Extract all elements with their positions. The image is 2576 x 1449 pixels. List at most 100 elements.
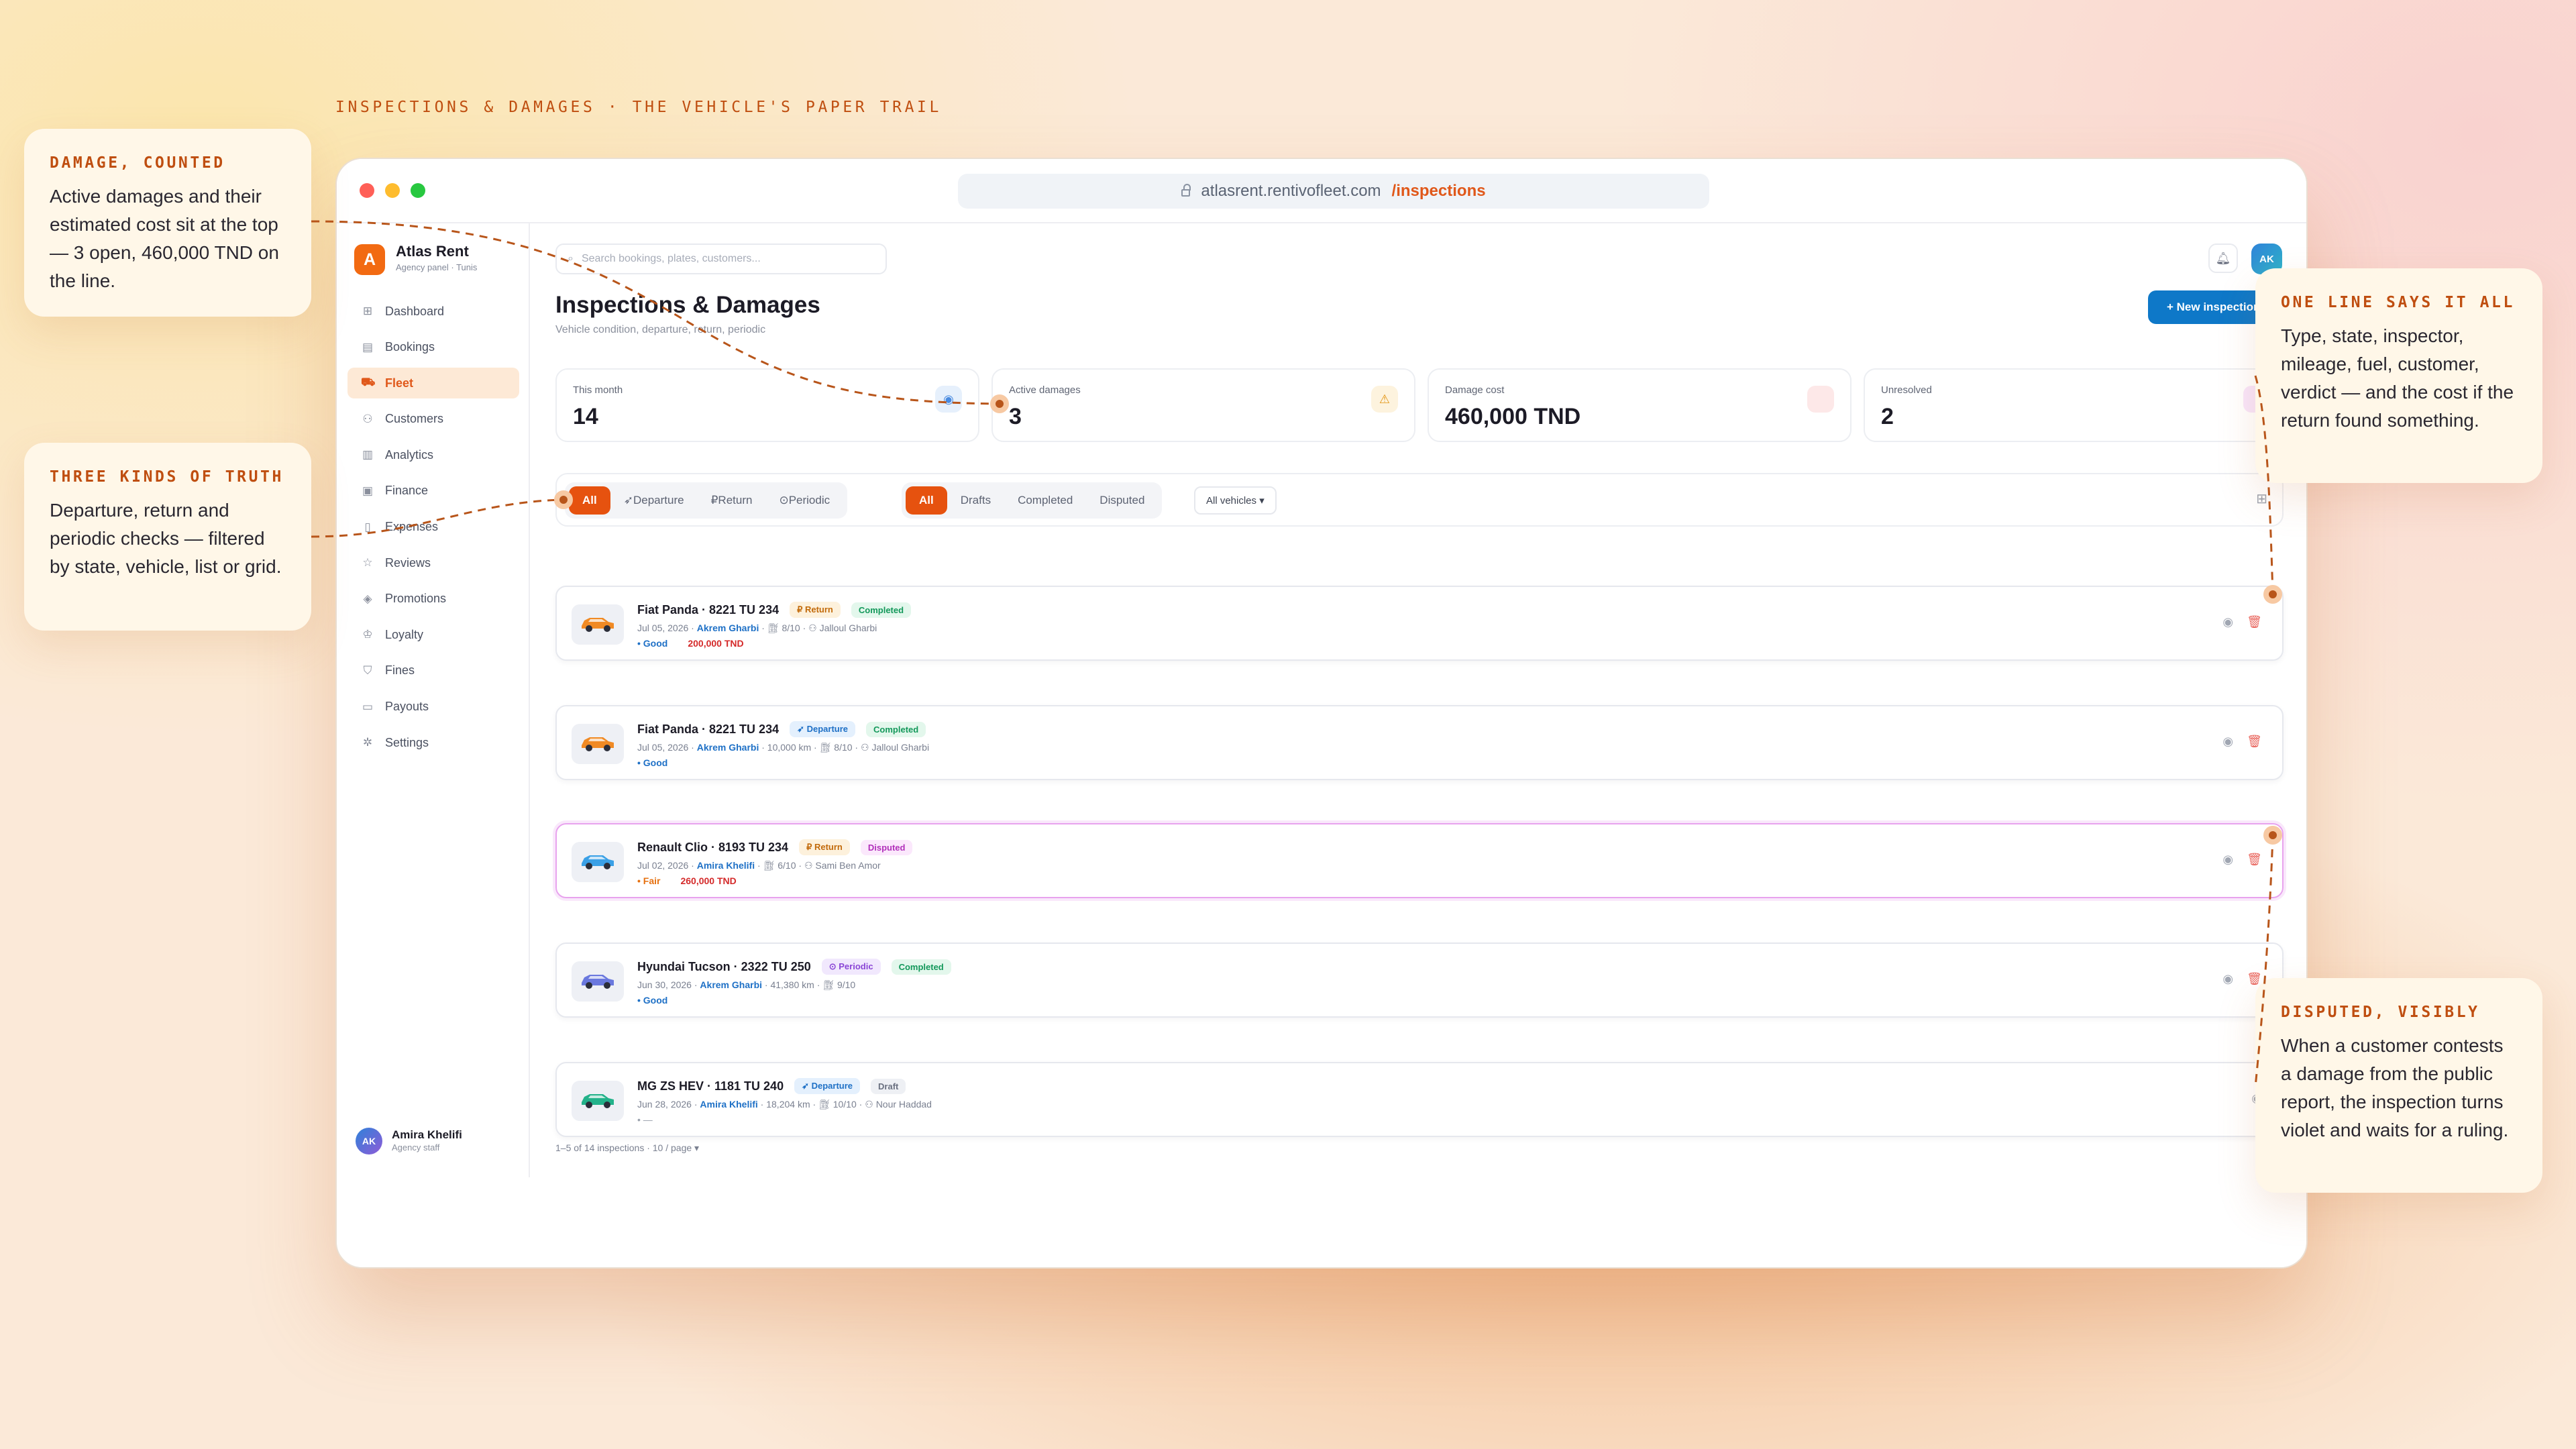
type-label: Departure bbox=[811, 1081, 853, 1091]
type-filter: All ➶ Departure ₽ Return ⊙ Periodic bbox=[565, 482, 848, 519]
state-filter-all[interactable]: All bbox=[906, 486, 947, 515]
close-window-dot[interactable] bbox=[360, 183, 374, 198]
inspection-row[interactable]: Fiat Panda · 8221 TU 234 ➶ Departure Compl… bbox=[555, 705, 2284, 780]
address-bar[interactable]: atlasrent.rentivofleet.com /inspections bbox=[958, 174, 1709, 209]
search-placeholder: Search bookings, plates, customers... bbox=[581, 253, 761, 264]
wallet-icon: ▣ bbox=[362, 484, 374, 497]
inspector-name: Nour Haddad bbox=[875, 1099, 932, 1110]
customer-link[interactable]: Amira Khelifi bbox=[700, 1099, 757, 1110]
minimize-window-dot[interactable] bbox=[385, 183, 400, 198]
view-icon[interactable]: ◉ bbox=[2222, 735, 2233, 749]
filter-type-icon: ➶ bbox=[623, 494, 633, 506]
delete-icon[interactable]: 🗑︎ bbox=[2247, 853, 2262, 867]
lock-icon bbox=[1181, 183, 1191, 197]
fuel-level: 9/10 bbox=[837, 979, 856, 990]
stat-card-this-month: This month 14 ◉ bbox=[555, 368, 979, 442]
sidebar-item-customers[interactable]: ⚇ Customers bbox=[347, 404, 519, 435]
state-filter-drafts[interactable]: Drafts bbox=[947, 486, 1004, 515]
sidebar-item-expenses[interactable]: ▯ Expenses bbox=[347, 512, 519, 543]
sidebar-item-label: Settings bbox=[385, 735, 429, 749]
state-filter-disputed[interactable]: Disputed bbox=[1086, 486, 1158, 515]
inspection-row[interactable]: MG ZS HEV · 1181 TU 240 ➶ Departure Draft J… bbox=[555, 1062, 2284, 1137]
vehicle-select[interactable]: All vehicles ▾ bbox=[1194, 486, 1277, 515]
sidebar-item-dashboard[interactable]: ⊞ Dashboard bbox=[347, 296, 519, 327]
stat-value: 460,000 TND bbox=[1445, 404, 1581, 429]
search-input[interactable]: ⌕ Search bookings, plates, customers... bbox=[555, 244, 887, 274]
users-icon: ⚇ bbox=[362, 412, 373, 425]
vehicle-name: Hyundai Tucson · 2322 TU 250 bbox=[637, 959, 811, 973]
fuel-icon: ⛽︎ bbox=[818, 1099, 830, 1110]
customer-link[interactable]: Akrem Gharbi bbox=[697, 742, 759, 753]
trophy-icon: ♔ bbox=[362, 628, 373, 641]
sidebar-item-fines[interactable]: ⛉ Fines bbox=[347, 655, 519, 686]
grid-view-icon[interactable]: ⊞ bbox=[2256, 490, 2267, 507]
customer-link[interactable]: Akrem Gharbi bbox=[697, 623, 759, 633]
sidebar-item-settings[interactable]: ✲ Settings bbox=[347, 727, 519, 758]
stat-card-unresolved: Unresolved 2 bbox=[1864, 368, 2288, 442]
car-icon bbox=[579, 733, 616, 755]
receipt-icon: ▯ bbox=[364, 520, 371, 533]
notifications-button[interactable]: 🔔︎ bbox=[2208, 244, 2238, 273]
maximize-window-dot[interactable] bbox=[411, 183, 425, 198]
sidebar-item-fleet[interactable]: ⛟ Fleet bbox=[347, 368, 519, 399]
sidebar-item-analytics[interactable]: ▥ Analytics bbox=[347, 439, 519, 470]
type-filter-periodic[interactable]: ⊙ Periodic bbox=[765, 486, 843, 515]
customer-link[interactable]: Akrem Gharbi bbox=[700, 979, 762, 990]
fuel-icon: ⛽︎ bbox=[819, 742, 832, 753]
fuel-icon: ⛽︎ bbox=[822, 979, 835, 990]
brand-logo: A bbox=[354, 244, 385, 275]
mileage: 18,204 km bbox=[766, 1099, 810, 1110]
inspection-row[interactable]: Fiat Panda · 8221 TU 234 ₽ Return Complete… bbox=[555, 586, 2284, 661]
customer-link[interactable]: Amira Khelifi bbox=[697, 860, 755, 871]
sidebar-item-payouts[interactable]: ▭ Payouts bbox=[347, 692, 519, 722]
sidebar-item-reviews[interactable]: ☆ Reviews bbox=[347, 547, 519, 578]
pagination[interactable]: 1–5 of 14 inspections · 10 / page ▾ bbox=[555, 1142, 699, 1154]
view-icon[interactable]: ◉ bbox=[2222, 615, 2233, 629]
type-filter-all[interactable]: All bbox=[569, 486, 610, 515]
sidebar-item-bookings[interactable]: ▤ Bookings bbox=[347, 332, 519, 363]
type-filter-departure[interactable]: ➶ Departure bbox=[610, 486, 698, 515]
verdict: • Fair bbox=[637, 875, 661, 886]
filter-label: Return bbox=[718, 494, 753, 506]
sidebar-item-label: Reviews bbox=[385, 555, 431, 570]
user-profile[interactable]: AK Amira Khelifi Agency staff bbox=[356, 1128, 462, 1155]
type-filter-return[interactable]: ₽ Return bbox=[698, 486, 766, 515]
damage-cost: 260,000 TND bbox=[680, 875, 737, 886]
sidebar-item-loyalty[interactable]: ♔ Loyalty bbox=[347, 619, 519, 650]
state-filter-completed[interactable]: Completed bbox=[1004, 486, 1086, 515]
view-icon[interactable]: ◉ bbox=[2222, 853, 2233, 867]
page-kicker: INSPECTIONS & DAMAGES · THE VEHICLE'S PA… bbox=[335, 99, 942, 116]
cost-icon bbox=[1807, 386, 1834, 413]
type-icon: ➶ bbox=[797, 724, 807, 734]
delete-icon[interactable]: 🗑︎ bbox=[2247, 735, 2262, 749]
status-badge: Completed bbox=[851, 602, 912, 618]
vehicle-name: Fiat Panda · 8221 TU 234 bbox=[637, 602, 780, 616]
stat-label: Unresolved bbox=[1881, 384, 1932, 396]
callout-title: THREE KINDS OF TRUTH bbox=[50, 468, 284, 486]
sidebar-item-finance[interactable]: ▣ Finance bbox=[347, 476, 519, 506]
inspection-row[interactable]: Renault Clio · 8193 TU 234 ₽ Return Disput… bbox=[555, 823, 2284, 898]
type-icon: ➶ bbox=[802, 1081, 812, 1091]
sidebar-item-label: Fines bbox=[385, 663, 415, 678]
callout-damage: DAMAGE, COUNTED Active damages and their… bbox=[24, 129, 311, 317]
type-label: Return bbox=[814, 842, 843, 852]
car-icon bbox=[579, 971, 616, 993]
status-badge: Completed bbox=[891, 959, 951, 975]
stat-value: 14 bbox=[573, 404, 598, 429]
car-icon bbox=[579, 1090, 616, 1112]
inspection-row[interactable]: Hyundai Tucson · 2322 TU 250 ⊙ Periodic Co… bbox=[555, 943, 2284, 1018]
sidebar-item-label: Promotions bbox=[385, 592, 447, 606]
view-icon[interactable]: ◉ bbox=[2222, 972, 2233, 986]
callout-body: Type, state, inspector, mileage, fuel, c… bbox=[2281, 325, 2514, 431]
sidebar-item-promotions[interactable]: ◈ Promotions bbox=[347, 584, 519, 614]
stat-value: 2 bbox=[1881, 404, 1894, 429]
type-icon: ⊙ bbox=[828, 961, 839, 971]
delete-icon[interactable]: 🗑︎ bbox=[2247, 972, 2262, 986]
inspection-date: Jul 05, 2026 bbox=[637, 742, 689, 753]
sidebar-item-label: Finance bbox=[385, 484, 429, 498]
filter-label: All bbox=[919, 494, 934, 506]
brand[interactable]: A Atlas Rent Agency panel · Tunis bbox=[354, 244, 477, 276]
sidebar: A Atlas Rent Agency panel · Tunis ⊞ Dashbo… bbox=[337, 223, 530, 1177]
gear-icon: ✲ bbox=[362, 736, 373, 749]
delete-icon[interactable]: 🗑︎ bbox=[2247, 615, 2262, 629]
